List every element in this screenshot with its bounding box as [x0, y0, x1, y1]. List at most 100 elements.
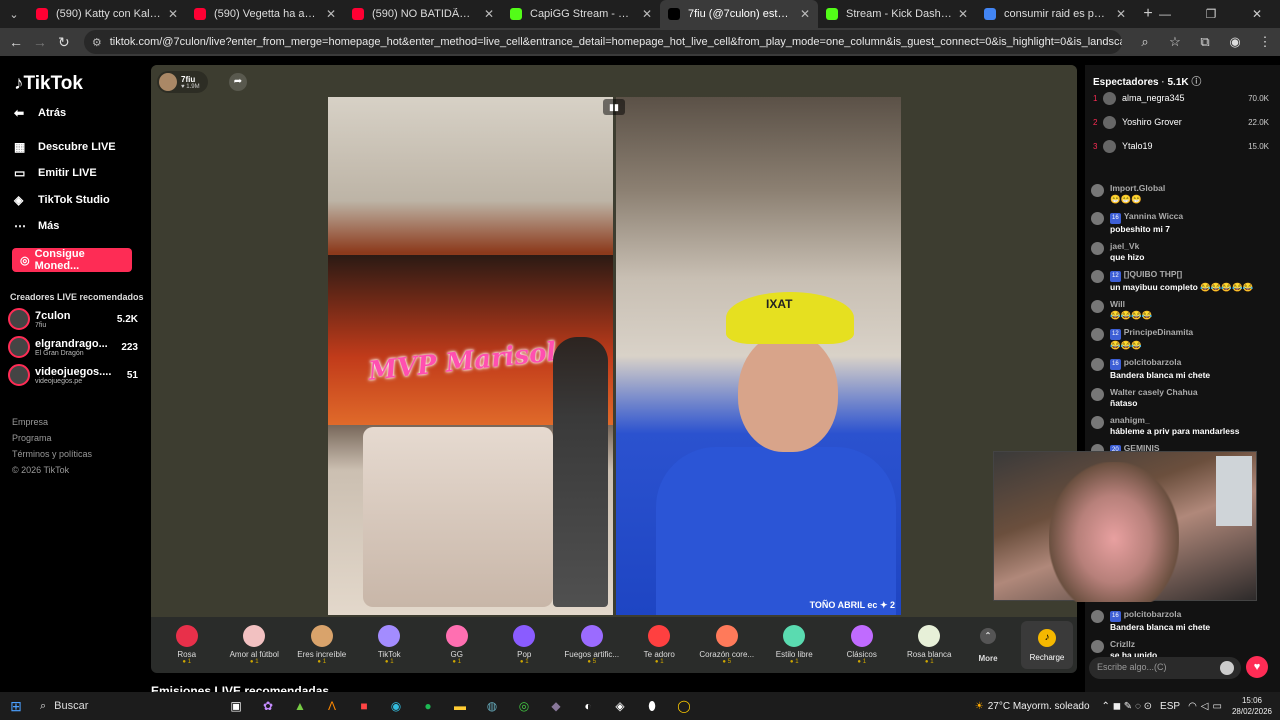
- gift-item[interactable]: Te adoro ● 1: [626, 625, 694, 665]
- wifi-icon[interactable]: ◠: [1188, 701, 1197, 712]
- app-icon-orange[interactable]: Λ: [316, 699, 348, 714]
- close-window-icon[interactable]: ✕: [1234, 0, 1280, 28]
- folder-icon[interactable]: ▬: [444, 699, 476, 714]
- app-icon-gray[interactable]: ◈: [604, 699, 636, 714]
- gift-item[interactable]: Clásicos ● 1: [828, 625, 896, 665]
- gift-item[interactable]: Rosa ● 1: [153, 625, 221, 665]
- footer-empresa[interactable]: Empresa: [12, 414, 92, 430]
- chat-message[interactable]: 16 polcitobarzola Bandera blanca mi chete: [1091, 357, 1271, 381]
- chat-input[interactable]: Escribe algo...(C): [1089, 657, 1241, 679]
- top-viewer-row[interactable]: 3 Ytalo19 15.0K: [1093, 138, 1269, 154]
- share-icon[interactable]: ➦: [229, 73, 247, 91]
- back-arrow-icon[interactable]: ←: [4, 34, 28, 50]
- close-tab-icon[interactable]: ✕: [326, 7, 336, 21]
- nav-descubre-live[interactable]: ▦ Descubre LIVE: [14, 140, 116, 154]
- browser-tab[interactable]: (590) Vegetta ha aprendido un ✕: [186, 0, 344, 28]
- chat-message[interactable]: 12 []QUIBO THP[] un mayibuu completo 😂😂😂😂😂: [1091, 269, 1271, 293]
- gift-item[interactable]: Corazón core... ● 5: [693, 625, 761, 665]
- app-icon[interactable]: ▲: [284, 699, 316, 714]
- tiktok-logo[interactable]: ♪TikTok: [14, 73, 83, 95]
- edge-icon[interactable]: ◉: [380, 699, 412, 714]
- get-coins-button[interactable]: ◎ Consigue Moned...: [12, 248, 132, 272]
- chrome-icon[interactable]: ◎: [508, 699, 540, 714]
- url-bar[interactable]: ⚙ tiktok.com/@7culon/live?enter_from_mer…: [83, 30, 1122, 54]
- copilot-icon[interactable]: ✿: [252, 699, 284, 714]
- volume-icon[interactable]: ◁: [1201, 701, 1209, 712]
- steam-icon[interactable]: ◍: [476, 699, 508, 714]
- gift-item[interactable]: Amor al fútbol ● 1: [221, 625, 289, 665]
- heart-like-icon[interactable]: ♥: [1246, 656, 1268, 678]
- forward-arrow-icon[interactable]: →: [28, 34, 52, 50]
- footer-programa[interactable]: Programa: [12, 430, 92, 446]
- footer-terminos[interactable]: Términos y políticas: [12, 446, 92, 462]
- spotify-icon[interactable]: ●: [412, 699, 444, 714]
- recommended-creator[interactable]: elgrandrago... El Gran Dragón 223: [8, 334, 138, 360]
- chat-message[interactable]: anahigm_ hábleme a priv para mandarless: [1091, 415, 1271, 437]
- chat-message[interactable]: 16 Yannina Wicca pobeshito mi 7: [1091, 211, 1271, 235]
- app-icon-white[interactable]: ⬮: [636, 699, 668, 714]
- gift-item[interactable]: Fuegos artific... ● 5: [558, 625, 626, 665]
- browser-tab[interactable]: (590) Katty con Kalle - YouTube ✕: [28, 0, 186, 28]
- maximize-icon[interactable]: ❐: [1188, 0, 1234, 28]
- recommended-creator[interactable]: videojuegos.... videojuegos.pe 51: [8, 362, 138, 388]
- taskbar-search[interactable]: ⌕ Buscar: [32, 695, 212, 717]
- discord-icon[interactable]: ◆: [540, 699, 572, 714]
- gift-item[interactable]: Estilo libre ● 1: [761, 625, 829, 665]
- audio-bars-icon[interactable]: ▮▮: [603, 99, 625, 115]
- gift-item[interactable]: GG ● 1: [423, 625, 491, 665]
- site-info-icon[interactable]: ⚙: [92, 36, 102, 49]
- task-view-icon[interactable]: ▣: [220, 699, 252, 714]
- chat-message[interactable]: Will 😂😂😂😂: [1091, 299, 1271, 321]
- close-tab-icon[interactable]: ✕: [958, 7, 968, 21]
- close-tab-icon[interactable]: ✕: [642, 7, 652, 21]
- browser-tab[interactable]: 7fiu (@7culon) está emitien ✕: [660, 0, 818, 28]
- menu-dots-icon[interactable]: ⋮: [1250, 34, 1280, 50]
- minimize-icon[interactable]: —: [1142, 0, 1188, 28]
- gift-item[interactable]: Pop ● 1: [491, 625, 559, 665]
- reload-icon[interactable]: ↻: [52, 34, 76, 51]
- pip-webcam-overlay[interactable]: [993, 451, 1257, 602]
- profile-icon[interactable]: ◉: [1220, 34, 1250, 50]
- chat-message[interactable]: jael_Vk que hizo: [1091, 241, 1271, 263]
- browser-tab[interactable]: CapiGG Stream - Watch Live on ✕: [502, 0, 660, 28]
- close-tab-icon[interactable]: ✕: [1116, 7, 1126, 21]
- recommended-creator[interactable]: 7culon 7fiu 5.2K: [8, 306, 138, 332]
- battery-icon[interactable]: ▭: [1213, 701, 1222, 712]
- zoom-icon[interactable]: ⌕: [1130, 34, 1160, 50]
- emoji-icon[interactable]: [1220, 661, 1234, 675]
- gift-item[interactable]: TikTok ● 1: [356, 625, 424, 665]
- close-tab-icon[interactable]: ✕: [484, 7, 494, 21]
- close-tab-icon[interactable]: ✕: [800, 7, 810, 21]
- top-viewer-row[interactable]: 2 Yoshiro Grover 22.0K: [1093, 114, 1269, 130]
- tab-search-icon[interactable]: ⌄: [0, 0, 28, 28]
- more-gifts-button[interactable]: ⌃ More: [963, 627, 1013, 663]
- close-tab-icon[interactable]: ✕: [168, 7, 178, 21]
- browser-tab[interactable]: Stream - Kick Dashboard ✕: [818, 0, 976, 28]
- nav-emitir-live[interactable]: ▭ Emitir LIVE: [14, 166, 97, 180]
- host-info[interactable]: 7fiu ♥ 1.9M: [157, 71, 208, 93]
- tray-icons[interactable]: ⌃ ◼ ✎ ◌ ⊙: [1102, 701, 1153, 712]
- browser-tab[interactable]: (590) NO BATIDÃO - ZXKAI - Yo ✕: [344, 0, 502, 28]
- info-icon[interactable]: ⓘ: [1191, 77, 1201, 88]
- nav-mas[interactable]: ⋯ Más: [14, 219, 59, 233]
- top-viewer-row[interactable]: 1 alma_negra345 70.0K: [1093, 90, 1269, 106]
- nav-tiktok-studio[interactable]: ◈ TikTok Studio: [14, 193, 110, 207]
- app-icon-yellow[interactable]: ◯: [668, 699, 700, 714]
- recharge-button[interactable]: ♪ Recharge: [1021, 621, 1073, 669]
- language[interactable]: ESP: [1160, 701, 1180, 712]
- back-link[interactable]: ⬅ Atrás: [14, 106, 66, 120]
- bookmark-star-icon[interactable]: ☆: [1160, 34, 1190, 50]
- browser-tab[interactable]: consumir raid es peligroso - Bu ✕: [976, 0, 1134, 28]
- obs-icon[interactable]: ◐: [572, 699, 604, 714]
- chat-message[interactable]: 16 polcitobarzola Bandera blanca mi chete: [1091, 609, 1271, 633]
- extensions-icon[interactable]: ⧉: [1190, 34, 1220, 50]
- chat-message[interactable]: Import.Global 😁😁😁: [1091, 183, 1271, 205]
- clock[interactable]: 15:06 28/02/2026: [1232, 695, 1272, 717]
- app-icon-red[interactable]: ■: [348, 699, 380, 714]
- gift-item[interactable]: Rosa blanca ● 1: [896, 625, 964, 665]
- weather-text[interactable]: 27°C Mayorm. soleado: [988, 701, 1090, 712]
- chat-message[interactable]: Walter casely Chahua ñataso: [1091, 387, 1271, 409]
- gift-item[interactable]: Eres increíble ● 1: [288, 625, 356, 665]
- windows-start-icon[interactable]: ⊞: [0, 698, 32, 715]
- chat-message[interactable]: 12 PrincipeDinamita 😂😂😂: [1091, 327, 1271, 351]
